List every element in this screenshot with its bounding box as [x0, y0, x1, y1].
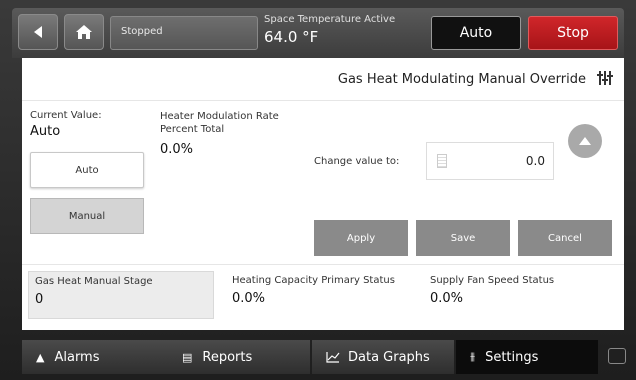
bottom-nav: ▲ Alarms ▤ Reports Data Graphs ⫵ Setting…	[22, 340, 634, 374]
nav-settings[interactable]: ⫵ Settings	[456, 340, 598, 374]
chevron-up-icon	[579, 137, 591, 145]
info-label: Heating Capacity Primary Status	[232, 275, 395, 286]
modulation-rate-label: Heater Modulation Rate Percent Total	[160, 111, 279, 135]
nav-reports[interactable]: ▤ Reports	[168, 340, 310, 374]
panel-header: Gas Heat Modulating Manual Override	[22, 58, 624, 101]
current-value: Auto	[30, 124, 61, 139]
alarm-icon: ▲	[36, 350, 45, 364]
nav-label: Settings	[485, 349, 539, 365]
info-label: Gas Heat Manual Stage	[35, 276, 153, 287]
cancel-button[interactable]: Cancel	[518, 220, 612, 256]
top-bar: Stopped Space Temperature Active 64.0 °F…	[12, 8, 624, 58]
home-button[interactable]	[64, 14, 104, 50]
save-button[interactable]: Save	[416, 220, 510, 256]
auto-mode-button[interactable]: Auto	[431, 16, 521, 50]
nav-label: Data Graphs	[348, 349, 430, 365]
nav-alarms[interactable]: ▲ Alarms	[22, 340, 172, 374]
modulation-rate-value: 0.0%	[160, 142, 194, 157]
manual-button[interactable]: Manual	[30, 198, 144, 234]
back-icon	[34, 26, 42, 38]
page-title: Gas Heat Modulating Manual Override	[337, 72, 586, 87]
increment-button[interactable]	[568, 124, 602, 158]
change-value-label: Change value to:	[314, 156, 400, 167]
settings-icon: ⫵	[470, 350, 476, 363]
graph-icon	[326, 352, 340, 363]
auto-button[interactable]: Auto	[30, 152, 144, 188]
report-icon: ▤	[182, 350, 193, 364]
info-value: 0.0%	[232, 291, 266, 306]
change-value-field[interactable]: 0.0	[426, 142, 554, 180]
keypad-icon	[437, 154, 447, 168]
unit-status: Stopped	[110, 16, 258, 50]
info-value: 0	[35, 292, 44, 307]
nav-label: Alarms	[54, 349, 100, 365]
apply-button[interactable]: Apply	[314, 220, 408, 256]
back-button[interactable]	[18, 14, 58, 50]
info-label: Supply Fan Speed Status	[430, 275, 555, 286]
settings-icon	[597, 71, 613, 85]
manual-stage-box[interactable]: Gas Heat Manual Stage 0	[28, 271, 214, 319]
space-temp-value: 64.0 °F	[264, 28, 319, 46]
override-panel: Gas Heat Modulating Manual Override Curr…	[22, 58, 624, 330]
space-temp-label: Space Temperature Active	[264, 14, 396, 25]
nav-data-graphs[interactable]: Data Graphs	[312, 340, 454, 374]
status-row: Gas Heat Manual Stage 0 Heating Capacity…	[22, 264, 624, 327]
home-icon	[76, 25, 92, 39]
change-value-text: 0.0	[525, 154, 545, 168]
nav-label: Reports	[202, 349, 253, 365]
unit-status-text: Stopped	[121, 26, 163, 37]
stop-button[interactable]: Stop	[528, 16, 618, 50]
info-value: 0.0%	[430, 291, 464, 306]
chat-icon[interactable]	[608, 348, 626, 364]
current-value-label: Current Value:	[30, 110, 102, 121]
